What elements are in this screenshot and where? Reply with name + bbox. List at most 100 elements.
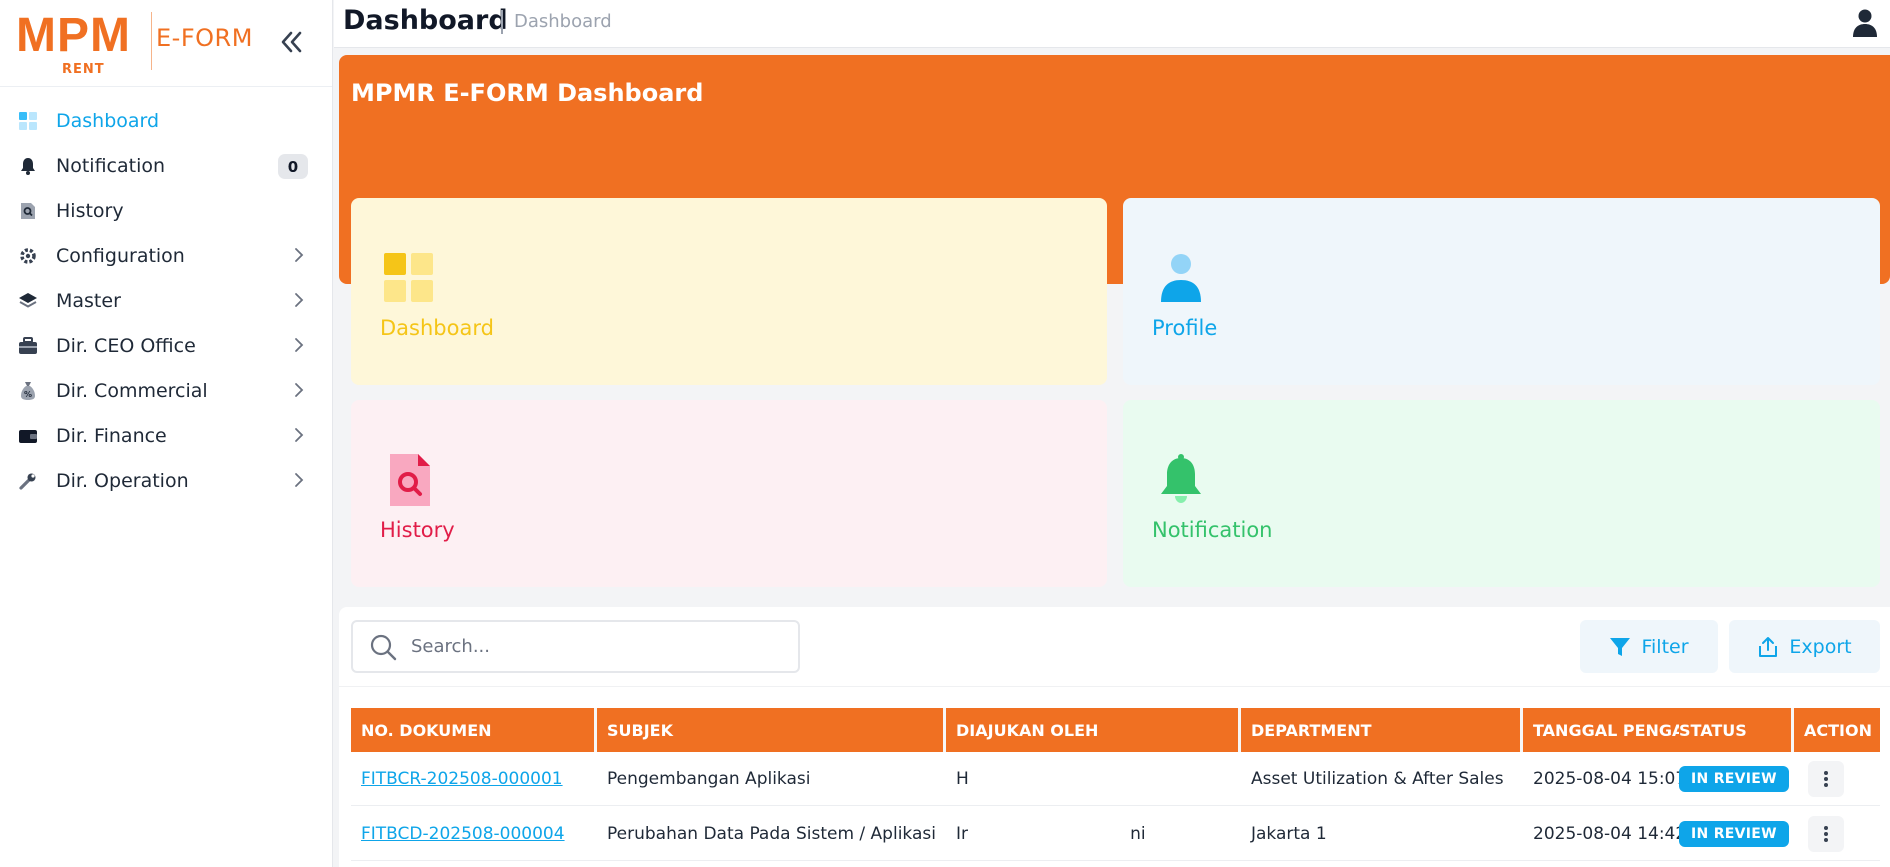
top-header: Dashboard Dashboard: [334, 0, 1890, 48]
sidebar-item-notification[interactable]: Notification 0: [0, 143, 332, 188]
sidebar-item-history[interactable]: History: [0, 188, 332, 233]
document-search-icon: [390, 454, 430, 506]
user-icon: [1161, 254, 1201, 302]
mpm-rent-logo: MPM RENT: [16, 8, 146, 78]
cell-diajukan-oleh: H: [956, 769, 969, 789]
column-header-department[interactable]: DEPARTMENT: [1241, 708, 1521, 752]
bell-icon: [18, 156, 38, 176]
document-link[interactable]: FITBCR-202508-000001: [361, 769, 563, 789]
cell-department: Asset Utilization & After Sales: [1251, 769, 1504, 789]
chevron-right-icon: [295, 338, 304, 352]
history-card[interactable]: History: [351, 400, 1107, 587]
row-actions-button[interactable]: [1808, 816, 1844, 852]
wrench-icon: [18, 471, 38, 491]
filter-button[interactable]: Filter: [1580, 620, 1718, 673]
breadcrumb: Dashboard: [514, 11, 612, 32]
sidebar-item-label: Dir. Operation: [56, 469, 189, 492]
sidebar-item-label: Dir. CEO Office: [56, 334, 196, 357]
chevron-right-icon: [295, 428, 304, 442]
search-icon: [370, 634, 397, 660]
money-bag-icon: %: [18, 381, 38, 401]
chevron-right-icon: [295, 473, 304, 487]
column-header-subjek[interactable]: SUBJEK: [597, 708, 944, 752]
profile-card[interactable]: Profile: [1123, 198, 1880, 385]
search-input[interactable]: [411, 636, 791, 657]
collapse-sidebar-button[interactable]: [276, 26, 308, 58]
user-icon[interactable]: [1850, 8, 1880, 38]
logo-sub: RENT: [62, 62, 105, 77]
more-vertical-icon: [1824, 826, 1828, 842]
cell-subjek: Perubahan Data Pada Sistem / Aplikasi: [607, 824, 936, 844]
cell-tanggal: 2025-08-04 15:07: [1533, 769, 1679, 789]
page-title: Dashboard: [343, 5, 508, 36]
sidebar-item-label: Configuration: [56, 244, 185, 267]
document-search-icon: [18, 201, 38, 221]
chevron-right-icon: [295, 383, 304, 397]
sidebar-item-operation[interactable]: Dir. Operation: [0, 458, 332, 503]
svg-text:%: %: [24, 390, 32, 399]
card-label: Profile: [1152, 316, 1218, 340]
breadcrumb-separator: [501, 10, 503, 34]
sidebar-nav: Dashboard Notification 0 History Configu…: [0, 87, 332, 503]
sidebar-item-label: Master: [56, 289, 121, 312]
document-link[interactable]: FITBCD-202508-000004: [361, 824, 565, 844]
cell-tanggal: 2025-08-04 14:42: [1533, 824, 1679, 844]
gear-icon: [18, 246, 38, 266]
sidebar-item-label: Dir. Finance: [56, 424, 167, 447]
notification-count-badge: 0: [278, 154, 308, 179]
sidebar-item-configuration[interactable]: Configuration: [0, 233, 332, 278]
wallet-icon: [18, 426, 38, 446]
grid-icon: [18, 111, 38, 131]
dashboard-card[interactable]: Dashboard: [351, 198, 1107, 385]
chevrons-left-icon: [281, 31, 302, 53]
column-header-no-dokumen[interactable]: NO. DOKUMEN: [351, 708, 595, 752]
card-label: History: [380, 518, 455, 542]
column-header-action: ACTION: [1804, 720, 1872, 740]
export-icon: [1759, 636, 1778, 657]
table-row: FITBCR-202508-000001 Pengembangan Aplika…: [351, 752, 1880, 806]
chevron-right-icon: [295, 248, 304, 262]
app-name: E-FORM: [156, 24, 253, 52]
export-button[interactable]: Export: [1729, 620, 1880, 673]
table-header: NO. DOKUMEN SUBJEK DIAJUKAN OLEH DEPARTM…: [351, 708, 1880, 752]
panel-divider: [339, 686, 1890, 687]
export-label: Export: [1789, 635, 1852, 658]
table-row: FITBCD-202508-000004 Perubahan Data Pada…: [351, 807, 1880, 861]
documents-panel: Filter Export NO. DOKUMEN SUBJEK DIAJUKA…: [339, 607, 1890, 867]
column-header-status[interactable]: STATUS: [1679, 708, 1791, 752]
banner-title: MPMR E-FORM Dashboard: [351, 79, 704, 107]
sidebar-item-label: Dashboard: [56, 109, 160, 132]
layers-icon: [18, 291, 38, 311]
more-vertical-icon: [1824, 771, 1828, 787]
sidebar-item-label: History: [56, 199, 124, 222]
bell-icon: [1161, 454, 1201, 503]
sidebar-item-ceo-office[interactable]: Dir. CEO Office: [0, 323, 332, 368]
sidebar-item-master[interactable]: Master: [0, 278, 332, 323]
chevron-right-icon: [295, 293, 304, 307]
notification-card[interactable]: Notification: [1123, 400, 1880, 587]
column-header-diajukan-oleh[interactable]: DIAJUKAN OLEH: [946, 708, 1239, 752]
search-box[interactable]: [351, 620, 800, 673]
grid-icon: [384, 253, 433, 302]
sidebar: MPM RENT E-FORM Dashboard Notification 0: [0, 0, 333, 867]
filter-icon: [1610, 637, 1631, 656]
cell-subjek: Pengembangan Aplikasi: [607, 769, 811, 789]
logo-divider: [151, 12, 152, 70]
column-header-tanggal[interactable]: TANGGAL PENGAJ: [1523, 708, 1679, 752]
row-actions-button[interactable]: [1808, 761, 1844, 797]
briefcase-icon: [18, 336, 38, 356]
filter-label: Filter: [1641, 635, 1689, 658]
sidebar-item-label: Dir. Commercial: [56, 379, 208, 402]
brand-header: MPM RENT E-FORM: [0, 0, 332, 87]
cell-diajukan-oleh: Ir ni: [956, 824, 1146, 844]
sidebar-item-dashboard[interactable]: Dashboard: [0, 98, 332, 143]
status-badge: IN REVIEW: [1679, 766, 1789, 792]
sidebar-item-finance[interactable]: Dir. Finance: [0, 413, 332, 458]
cell-department: Jakarta 1: [1251, 824, 1327, 844]
card-label: Dashboard: [380, 316, 494, 340]
card-label: Notification: [1152, 518, 1273, 542]
sidebar-item-commercial[interactable]: % Dir. Commercial: [0, 368, 332, 413]
logo-text: MPM: [16, 9, 131, 62]
status-badge: IN REVIEW: [1679, 821, 1789, 847]
sidebar-item-label: Notification: [56, 154, 166, 177]
